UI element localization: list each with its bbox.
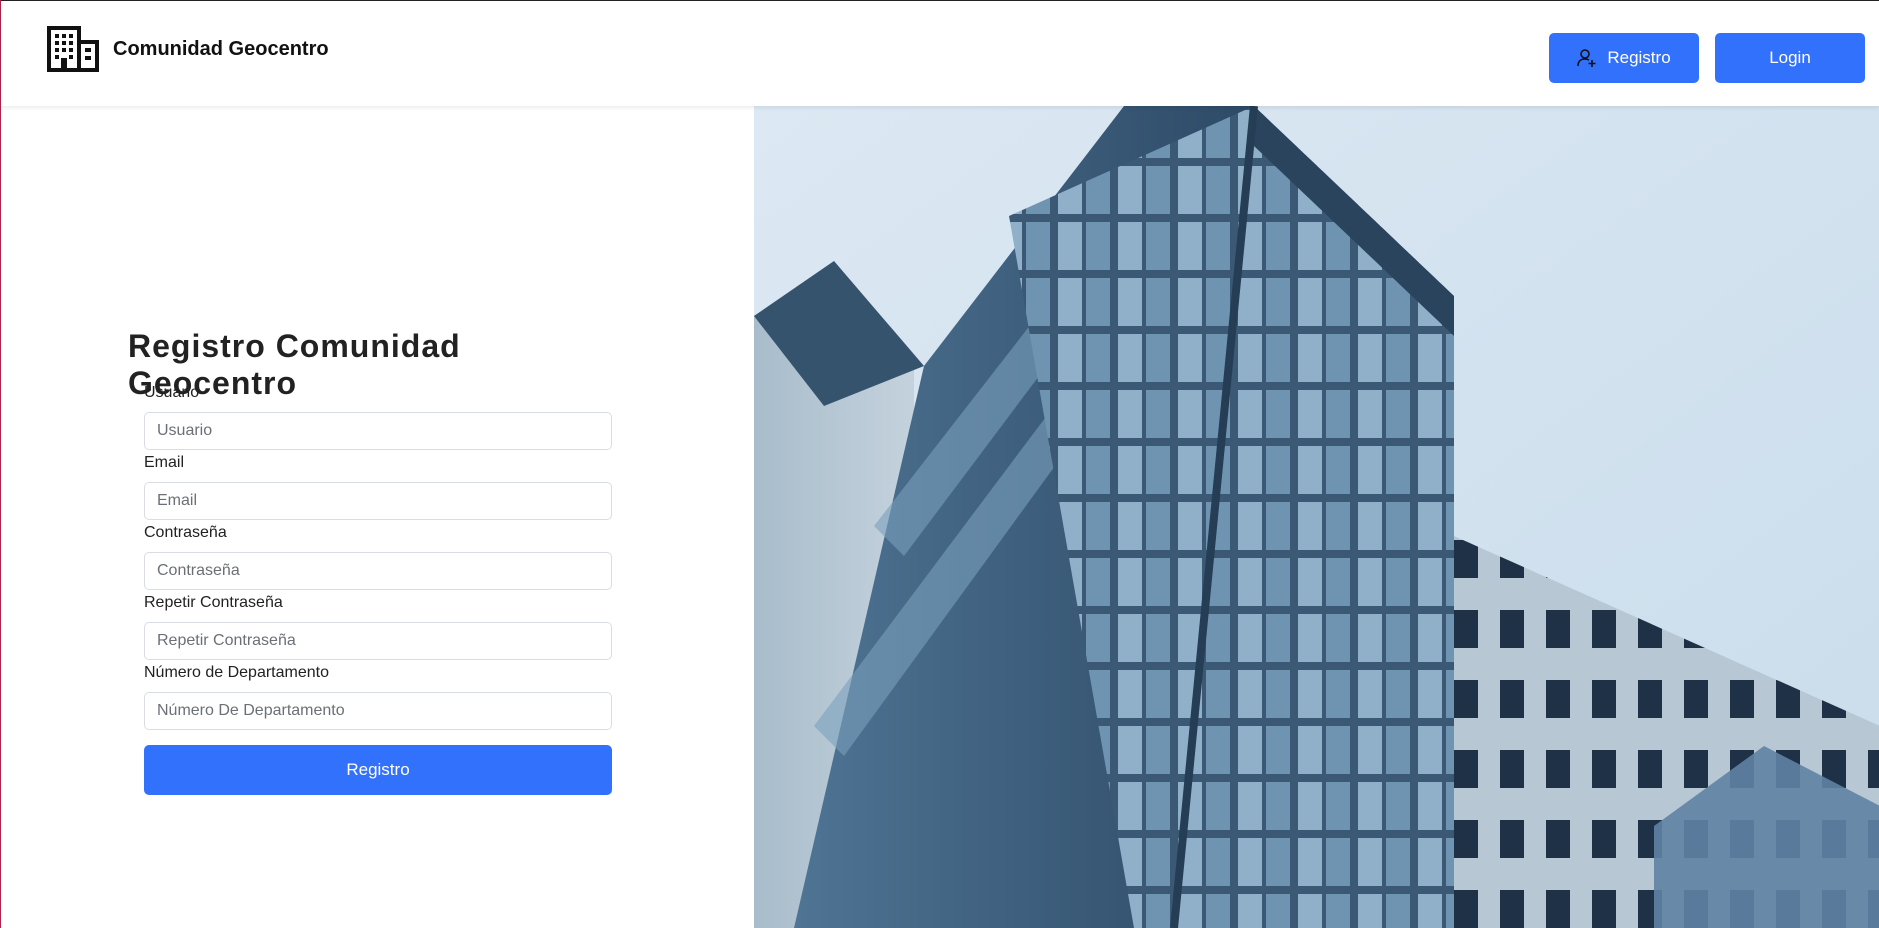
repeat-password-input[interactable] xyxy=(144,622,612,660)
building-photo xyxy=(754,106,1879,928)
email-input[interactable] xyxy=(144,482,612,520)
department-number-input[interactable] xyxy=(144,692,612,730)
brand-name: Comunidad Geocentro xyxy=(113,37,329,60)
brand[interactable]: Comunidad Geocentro xyxy=(47,26,329,72)
login-nav-button[interactable]: Login xyxy=(1715,33,1865,83)
repeat-password-label: Repetir Contraseña xyxy=(144,594,283,611)
register-submit-label: Registro xyxy=(346,760,410,779)
building-icon xyxy=(47,26,99,72)
user-plus-icon xyxy=(1577,49,1596,67)
email-label: Email xyxy=(144,454,185,471)
register-nav-label: Registro xyxy=(1607,48,1671,67)
top-navbar: Comunidad Geocentro Registro Login xyxy=(1,0,1879,106)
username-input[interactable] xyxy=(144,412,612,450)
register-nav-button[interactable]: Registro xyxy=(1549,33,1699,83)
login-nav-label: Login xyxy=(1769,48,1811,67)
registration-panel: Registro Comunidad Geocentro Usuario Ema… xyxy=(1,106,754,928)
form-title: Registro Comunidad Geocentro xyxy=(128,328,461,401)
department-number-label: Número de Departamento xyxy=(144,664,329,681)
register-submit-button[interactable]: Registro xyxy=(144,745,612,795)
username-label: Usuario xyxy=(144,384,200,401)
password-label: Contraseña xyxy=(144,524,227,541)
password-input[interactable] xyxy=(144,552,612,590)
